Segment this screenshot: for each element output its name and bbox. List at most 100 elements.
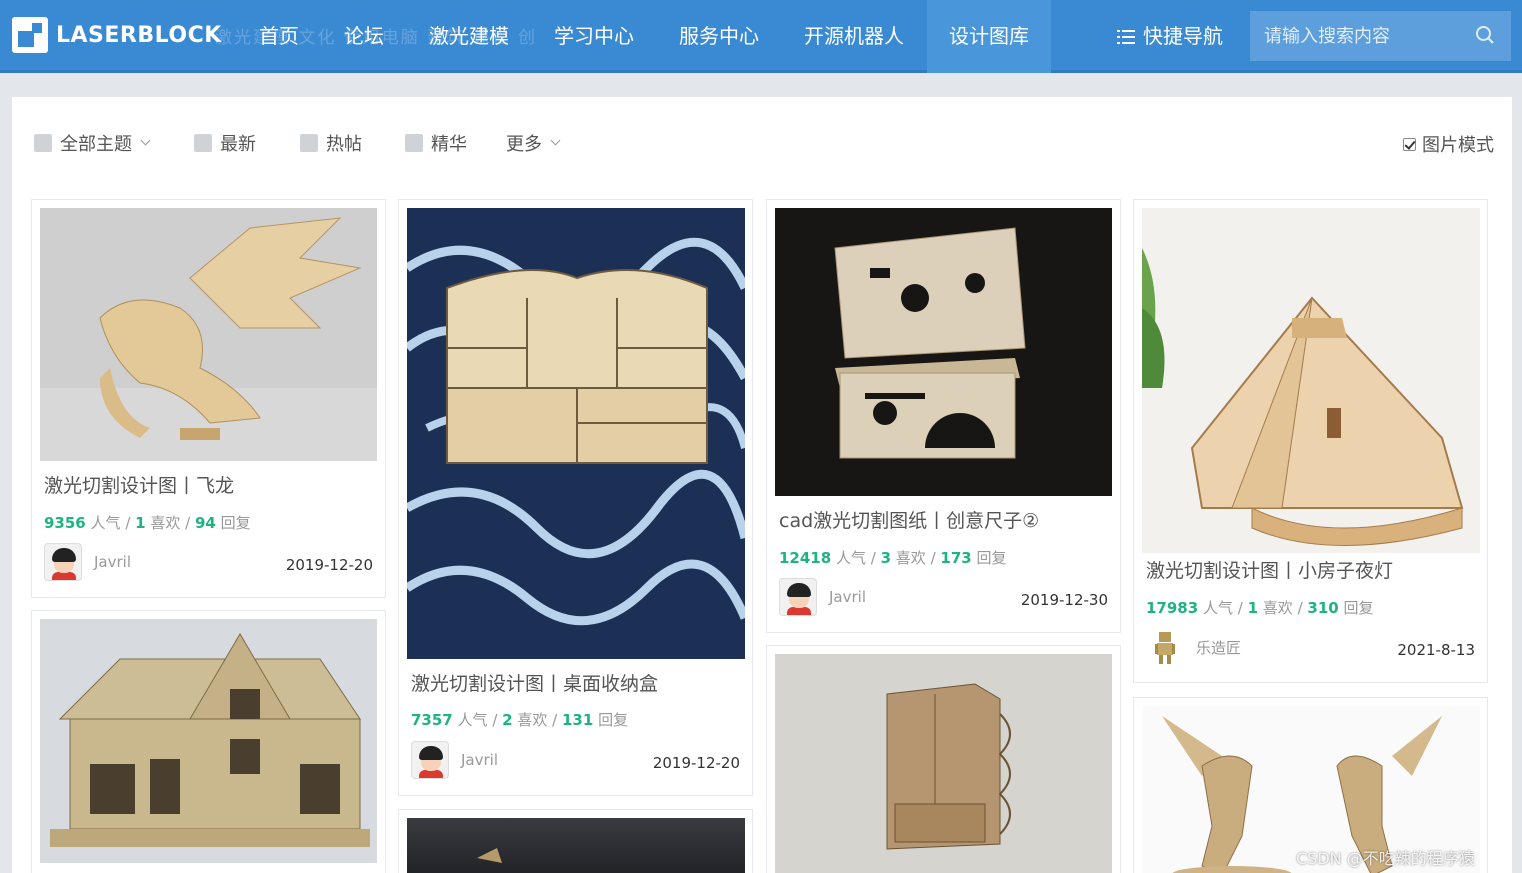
likes-count: 2	[502, 711, 513, 729]
search-box	[1250, 11, 1511, 61]
post-author[interactable]: Javril	[44, 543, 131, 581]
post-card[interactable]: 激光切割设计图丨桌面收纳盒 7357 人气 / 2 喜欢 / 131 回复 Ja…	[398, 199, 753, 796]
post-title[interactable]: 激光切割设计图丨桌面收纳盒	[411, 669, 658, 696]
post-thumbnail[interactable]	[407, 818, 745, 873]
filter-latest[interactable]: 最新	[194, 131, 256, 155]
views-count: 7357	[411, 711, 453, 729]
top-navbar: 激光建模 文化 使用电脑 建筑 课程 创 LASERBLOCK 首页 论坛 激光…	[0, 0, 1522, 73]
image-mode-toggle[interactable]: 图片模式	[1403, 131, 1494, 157]
post-card[interactable]	[31, 610, 386, 873]
replies-label: 回复	[1343, 599, 1374, 617]
chevron-down-icon	[550, 135, 561, 146]
post-card[interactable]: 激光切割设计图丨飞龙 9356 人气 / 1 喜欢 / 94 回复 Javril…	[31, 199, 386, 598]
avatar[interactable]	[1146, 628, 1184, 666]
author-name[interactable]: Javril	[829, 588, 866, 606]
post-thumbnail[interactable]	[40, 619, 377, 863]
replies-label: 回复	[976, 549, 1007, 567]
replies-count: 131	[561, 711, 594, 729]
replies-label: 回复	[598, 711, 629, 729]
author-name[interactable]: Javril	[461, 751, 498, 769]
replies-count: 310	[1307, 599, 1339, 617]
dark-image	[407, 818, 745, 873]
views-count: 9356	[44, 514, 86, 532]
post-title[interactable]: 激光切割设计图丨飞龙	[44, 471, 234, 498]
house-night-light-image	[1142, 208, 1480, 553]
popularity-label: 人气	[90, 514, 121, 532]
logo-text: LASERBLOCK	[56, 22, 222, 48]
post-thumbnail[interactable]	[775, 208, 1112, 496]
post-card[interactable]	[766, 645, 1121, 873]
filter-featured[interactable]: 精华	[405, 131, 467, 155]
likes-count: 1	[135, 514, 146, 532]
nav-forum[interactable]: 论坛	[344, 0, 384, 73]
post-title[interactable]: cad激光切割图纸丨创意尺子②	[779, 506, 1039, 533]
post-title[interactable]: 激光切割设计图丨小房子夜灯	[1146, 556, 1393, 583]
likes-label: 喜欢	[1262, 599, 1293, 617]
filter-all-topics[interactable]: 全部主题	[34, 131, 151, 155]
nav-learning-center[interactable]: 学习中心	[554, 0, 634, 73]
post-author[interactable]: Javril	[779, 578, 866, 616]
filter-all-topics-label: 全部主题	[60, 134, 132, 155]
likes-label: 喜欢	[150, 514, 181, 532]
author-name[interactable]: 乐造匠	[1196, 637, 1241, 658]
post-card[interactable]: cad激光切割图纸丨创意尺子② 12418 人气 / 3 喜欢 / 173 回复…	[766, 199, 1121, 633]
likes-count: 1	[1247, 599, 1259, 617]
post-stats: 7357 人气 / 2 喜欢 / 131 回复	[411, 711, 629, 729]
likes-label: 喜欢	[895, 549, 926, 567]
image-mode-label: 图片模式	[1422, 135, 1494, 156]
drop-icon	[405, 134, 423, 152]
post-card[interactable]: 激光切割设计图丨小房子夜灯 17983 人气 / 1 喜欢 / 310 回复 乐…	[1133, 199, 1488, 683]
replies-label: 回复	[220, 514, 251, 532]
replies-count: 173	[940, 549, 972, 567]
search-icon[interactable]	[1475, 25, 1495, 45]
post-stats: 12418 人气 / 3 喜欢 / 173 回复	[779, 549, 1007, 567]
nav-laser-modeling[interactable]: 激光建模	[429, 0, 509, 73]
nav-service-center[interactable]: 服务中心	[679, 0, 759, 73]
avatar[interactable]	[411, 741, 449, 779]
post-card[interactable]	[398, 809, 753, 873]
filter-hot[interactable]: 热帖	[300, 131, 362, 155]
logo-icon	[12, 17, 48, 53]
search-input[interactable]	[1264, 25, 1464, 47]
site-logo[interactable]: LASERBLOCK	[12, 16, 222, 54]
post-stats: 9356 人气 / 1 喜欢 / 94 回复	[44, 514, 251, 532]
views-count: 12418	[779, 549, 832, 567]
filter-more[interactable]: 更多	[506, 131, 561, 155]
checkbox-checked-icon[interactable]	[1403, 137, 1416, 151]
grid-icon	[34, 134, 52, 152]
clock-icon	[194, 134, 212, 152]
filter-latest-label: 最新	[220, 134, 256, 155]
post-author[interactable]: Javril	[411, 741, 498, 779]
creative-ruler-image	[775, 208, 1112, 496]
desk-organizer-image	[407, 208, 745, 659]
author-name[interactable]: Javril	[94, 553, 131, 571]
wooden-house-image	[40, 619, 377, 863]
likes-label: 喜欢	[517, 711, 548, 729]
post-thumbnail[interactable]	[1142, 208, 1480, 553]
post-thumbnail[interactable]	[40, 208, 377, 461]
popularity-label: 人气	[835, 549, 866, 567]
filter-hot-label: 热帖	[326, 134, 362, 155]
nav-design-library[interactable]: 设计图库	[927, 0, 1051, 73]
views-count: 17983	[1146, 599, 1199, 617]
post-thumbnail[interactable]	[775, 654, 1112, 873]
post-date: 2019-12-20	[285, 556, 373, 574]
list-icon	[1117, 30, 1135, 44]
popularity-label: 人气	[457, 711, 488, 729]
avatar[interactable]	[779, 578, 817, 616]
post-stats: 17983 人气 / 1 喜欢 / 310 回复	[1146, 599, 1374, 617]
flame-icon	[300, 134, 318, 152]
chevron-down-icon	[140, 135, 151, 146]
nav-quick-navigation[interactable]: 快捷导航	[1117, 0, 1223, 73]
post-date: 2021-8-13	[1397, 641, 1475, 659]
likes-count: 3	[880, 549, 892, 567]
csdn-watermark: CSDN @不吃辣的程序猿	[1296, 849, 1475, 868]
nav-home[interactable]: 首页	[259, 0, 299, 73]
post-author[interactable]: 乐造匠	[1146, 628, 1241, 666]
post-date: 2019-12-20	[652, 754, 740, 772]
avatar[interactable]	[44, 543, 82, 581]
post-thumbnail[interactable]	[407, 208, 745, 659]
wooden-dragon-image	[40, 208, 377, 461]
filter-more-label: 更多	[506, 134, 542, 155]
nav-open-source-robot[interactable]: 开源机器人	[804, 0, 904, 73]
